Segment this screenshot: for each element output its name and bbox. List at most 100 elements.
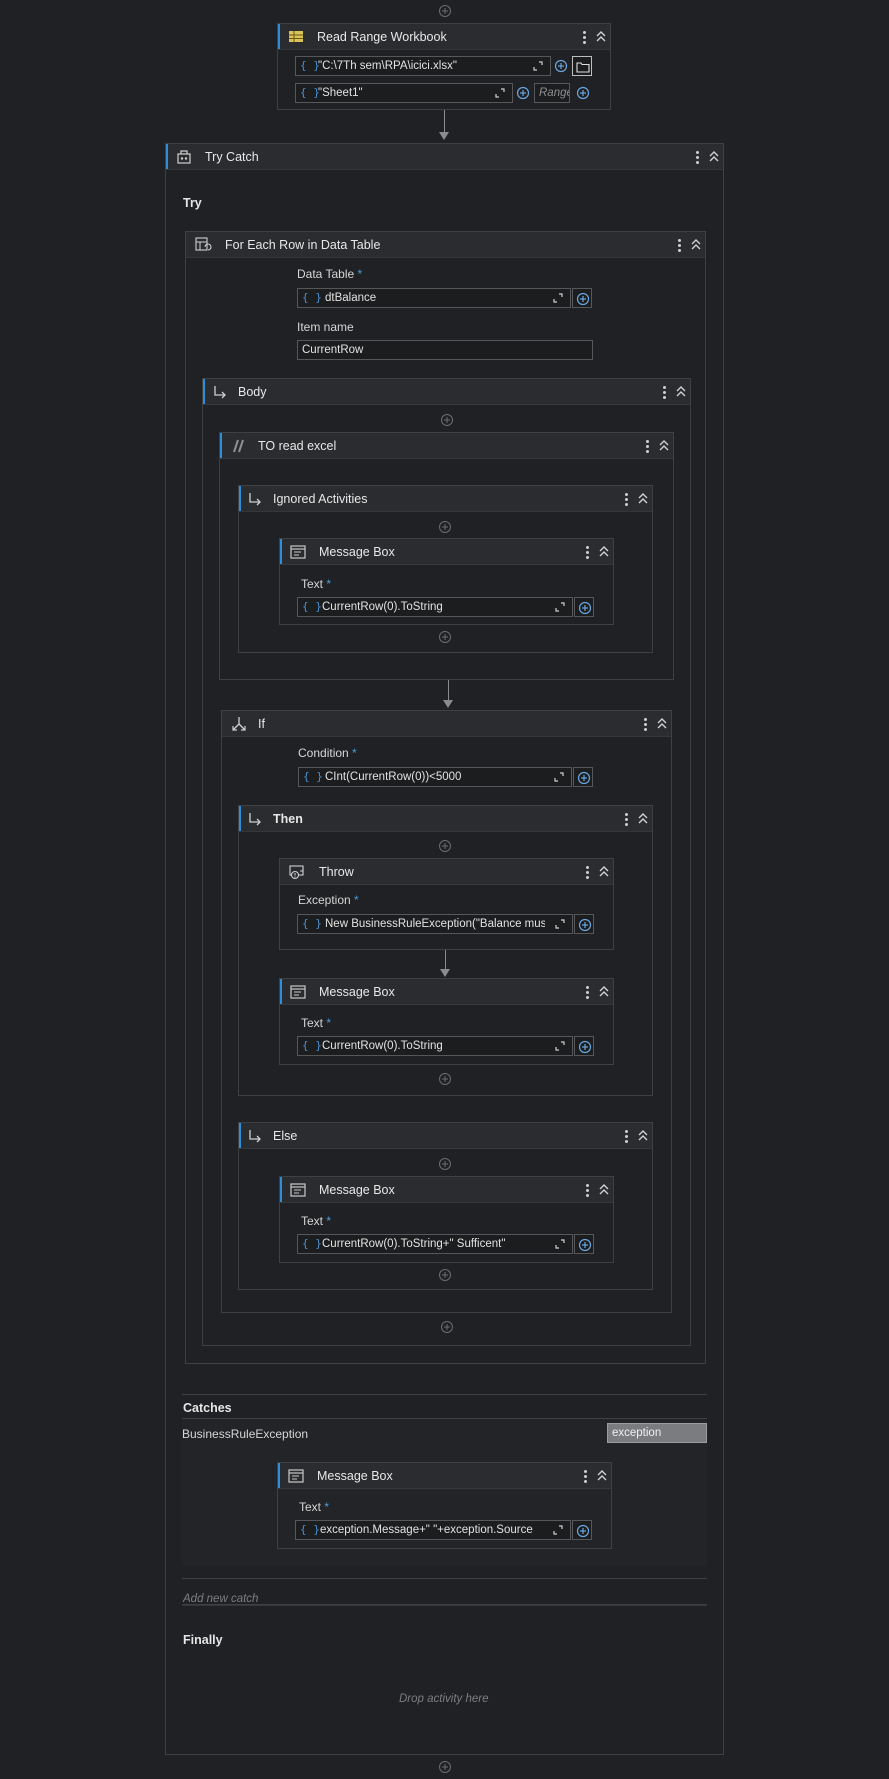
add-activity-plus-icon[interactable]	[438, 520, 452, 534]
condition-field[interactable]: { } CInt(CurrentRow(0))<5000	[298, 767, 572, 787]
message-box-header[interactable]: Message Box	[278, 1463, 611, 1489]
data-table-field[interactable]: { } dtBalance	[297, 288, 571, 308]
throw-menu-icon[interactable]	[582, 864, 592, 880]
try-catch-collapse-icon[interactable]	[707, 148, 721, 166]
comment-out-activity[interactable]: TO read excel Ignored Activities Message…	[219, 432, 674, 680]
body-header[interactable]: Body	[203, 379, 690, 405]
if-menu-icon[interactable]	[640, 716, 650, 732]
text-plus-button[interactable]	[574, 597, 594, 617]
read-range-header[interactable]: Read Range Workbook	[278, 24, 610, 50]
add-activity-plus-icon[interactable]	[438, 4, 452, 18]
read-range-collapse-icon[interactable]	[594, 28, 608, 46]
then-menu-icon[interactable]	[621, 811, 631, 827]
add-activity-plus-icon[interactable]	[438, 1157, 452, 1171]
then-sequence[interactable]: Then Throw Exception * {} New BusinessR…	[238, 805, 653, 1096]
then-collapse-icon[interactable]	[636, 810, 650, 828]
read-range-workbook-activity[interactable]: Read Range Workbook { } "C:\7Th sem\RPA\…	[277, 23, 611, 110]
throw-activity[interactable]: Throw Exception * { } New BusinessRuleEx…	[279, 858, 614, 950]
text-field[interactable]: { } CurrentRow(0).ToString	[297, 597, 573, 617]
comment-out-menu-icon[interactable]	[642, 438, 652, 454]
try-catch-header[interactable]: Try Catch	[166, 144, 723, 170]
message-box-menu-icon[interactable]	[580, 1468, 590, 1484]
condition-plus-button[interactable]	[573, 767, 593, 787]
if-header[interactable]: If	[222, 711, 671, 737]
ignored-activities-header[interactable]: Ignored Activities	[239, 486, 652, 512]
range-field[interactable]: Range	[534, 83, 570, 103]
message-box-menu-icon[interactable]	[582, 544, 592, 560]
expand-editor-icon[interactable]	[494, 87, 506, 99]
expand-editor-icon[interactable]	[552, 1524, 564, 1536]
else-header[interactable]: Else	[239, 1123, 652, 1149]
text-plus-button[interactable]	[574, 1036, 594, 1056]
expand-editor-icon[interactable]	[554, 1040, 566, 1052]
else-sequence[interactable]: Else Message Box Text * {} CurrentRow(0…	[238, 1122, 653, 1290]
text-plus-button[interactable]	[574, 1234, 594, 1254]
expand-editor-icon[interactable]	[552, 292, 564, 304]
add-activity-plus-icon[interactable]	[438, 1072, 452, 1086]
else-collapse-icon[interactable]	[636, 1127, 650, 1145]
workbook-path-field[interactable]: { } "C:\7Th sem\RPA\icici.xlsx"	[295, 56, 551, 76]
message-box-activity[interactable]: Message Box Text * { } CurrentRow(0).ToS…	[279, 1176, 614, 1263]
message-box-collapse-icon[interactable]	[597, 983, 611, 1001]
for-each-row-activity[interactable]: For Each Row in Data Table Data Table * …	[185, 231, 706, 1364]
finally-drop-zone[interactable]: Drop activity here	[399, 1693, 488, 1705]
add-activity-plus-icon[interactable]	[438, 1760, 452, 1774]
path-plus-icon[interactable]	[554, 59, 568, 73]
message-box-activity[interactable]: Message Box Text * { } CurrentRow(0).ToS…	[279, 978, 614, 1065]
ignored-collapse-icon[interactable]	[636, 490, 650, 508]
try-catch-menu-icon[interactable]	[692, 149, 702, 165]
message-box-menu-icon[interactable]	[582, 984, 592, 1000]
exception-field[interactable]: { } New BusinessRuleException("Balance m…	[297, 914, 573, 934]
ignored-menu-icon[interactable]	[621, 491, 631, 507]
comment-out-collapse-icon[interactable]	[657, 437, 671, 455]
item-name-input[interactable]: CurrentRow	[297, 340, 593, 360]
expand-editor-icon[interactable]	[554, 918, 566, 930]
add-activity-plus-icon[interactable]	[440, 413, 454, 427]
expand-editor-icon[interactable]	[554, 601, 566, 613]
add-activity-plus-icon[interactable]	[438, 839, 452, 853]
try-catch-activity[interactable]: Try Catch Try For Each Row in Data Table…	[165, 143, 724, 1755]
if-collapse-icon[interactable]	[655, 715, 669, 733]
sheet-name-field[interactable]: { } "Sheet1"	[295, 83, 513, 103]
message-box-collapse-icon[interactable]	[595, 1467, 609, 1485]
read-range-menu-icon[interactable]	[579, 29, 589, 45]
catch-exception-type[interactable]: BusinessRuleException	[182, 1427, 308, 1441]
catch-block[interactable]: BusinessRuleException exception Message …	[182, 1418, 707, 1566]
text-plus-button[interactable]	[572, 1520, 592, 1540]
data-table-plus-button[interactable]	[572, 288, 592, 308]
exception-plus-button[interactable]	[574, 914, 594, 934]
message-box-header[interactable]: Message Box	[280, 1177, 613, 1203]
text-field[interactable]: { } exception.Message+" "+exception.Sour…	[295, 1520, 571, 1540]
message-box-menu-icon[interactable]	[582, 1182, 592, 1198]
add-activity-plus-icon[interactable]	[440, 1320, 454, 1334]
sheet-plus-icon[interactable]	[516, 86, 530, 100]
add-activity-plus-icon[interactable]	[438, 1268, 452, 1282]
message-box-collapse-icon[interactable]	[597, 543, 611, 561]
throw-header[interactable]: Throw	[280, 859, 613, 885]
browse-folder-button[interactable]	[572, 56, 592, 76]
comment-out-header[interactable]: TO read excel	[220, 433, 673, 459]
text-field[interactable]: { } CurrentRow(0).ToString+" Sufficent"	[297, 1234, 573, 1254]
body-sequence[interactable]: Body TO read excel Ignored Activities Me…	[202, 378, 691, 1346]
for-each-header[interactable]: For Each Row in Data Table	[186, 232, 705, 258]
message-box-collapse-icon[interactable]	[597, 1181, 611, 1199]
else-menu-icon[interactable]	[621, 1128, 631, 1144]
then-header[interactable]: Then	[239, 806, 652, 832]
body-collapse-icon[interactable]	[674, 383, 688, 401]
expand-editor-icon[interactable]	[532, 60, 544, 72]
catch-exception-variable[interactable]: exception	[607, 1423, 707, 1443]
range-plus-icon[interactable]	[576, 86, 590, 100]
message-box-activity[interactable]: Message Box Text * { } exception.Message…	[277, 1462, 612, 1549]
body-menu-icon[interactable]	[659, 384, 669, 400]
text-field[interactable]: { } CurrentRow(0).ToString	[297, 1036, 573, 1056]
if-activity[interactable]: If Condition * { } CInt(CurrentRow(0))<5…	[221, 710, 672, 1313]
for-each-menu-icon[interactable]	[674, 237, 684, 253]
ignored-activities-sequence[interactable]: Ignored Activities Message Box Text * {…	[238, 485, 653, 653]
message-box-header[interactable]: Message Box	[280, 979, 613, 1005]
message-box-activity[interactable]: Message Box Text * { } CurrentRow(0).ToS…	[279, 538, 614, 625]
throw-collapse-icon[interactable]	[597, 863, 611, 881]
add-activity-plus-icon[interactable]	[438, 630, 452, 644]
expand-editor-icon[interactable]	[554, 1238, 566, 1250]
expand-editor-icon[interactable]	[553, 771, 565, 783]
message-box-header[interactable]: Message Box	[280, 539, 613, 565]
